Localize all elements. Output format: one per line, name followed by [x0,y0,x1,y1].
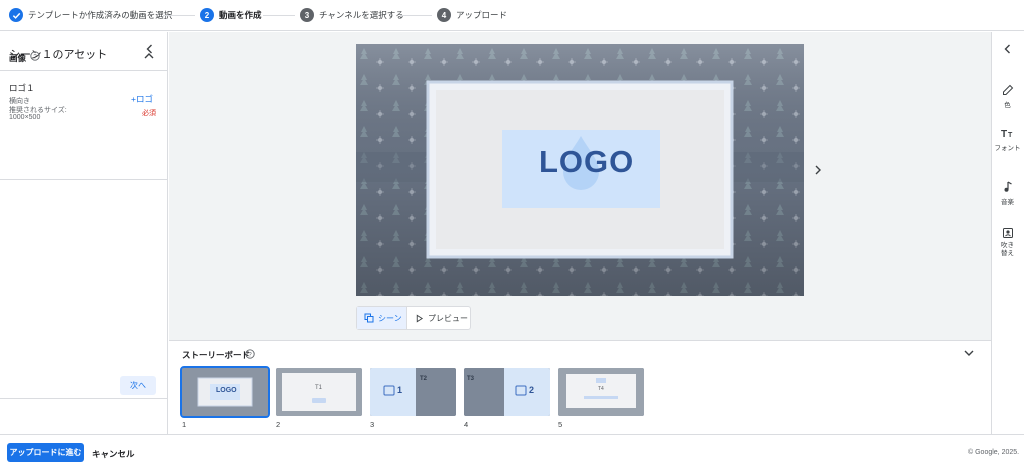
step-label: チャンネルを選択する [319,10,404,20]
thumb-number: 1 [182,420,187,429]
stepper: テンプレートか作成済みの動画を選択 2 動画を作成 3 チャンネルを選択する 4… [0,0,1024,31]
step-connector [263,15,295,16]
collapse-rail-chevron-left-icon[interactable] [1001,42,1015,58]
logo-placeholder-text: LOGO [539,144,635,179]
font-icon: TT [1001,129,1013,139]
scenes-icon [364,313,374,323]
storyboard-thumb[interactable]: 1 T2 [370,368,456,416]
step-number: 2 [200,8,214,22]
scene-view-button[interactable]: シーン [357,307,407,329]
thumb-number: 2 [276,420,281,429]
voiceover-icon [1002,228,1013,238]
color-tool[interactable]: 色 [991,84,1024,109]
storyboard-title: ストーリーボード [182,350,251,360]
image-section-title: 画像 [9,53,27,63]
footer [0,434,1024,466]
asset-name: ロゴ１ [9,83,35,93]
help-icon[interactable]: ? [245,349,255,359]
preview-view-label: プレビュー [428,313,468,323]
music-tool-label: 音楽 [1001,199,1014,206]
divider [0,70,168,71]
step-label: アップロード [456,10,508,20]
voiceover-tool-label: 吹き替え [1001,242,1014,257]
chevron-up-icon[interactable] [142,49,156,63]
step-connector [163,15,195,16]
copyright-text: © Google, 2025. [968,449,1020,456]
storyboard-thumb[interactable]: LOGO [180,366,270,418]
play-icon [416,314,424,322]
thumb-number: 5 [558,420,563,429]
step-number: 3 [300,8,314,22]
music-tool[interactable]: 音楽 [991,181,1024,206]
thumb-text: T1 [315,385,323,391]
thumb-text: LOGO [216,387,237,394]
divider [0,179,168,180]
step-connector [400,15,432,16]
asset-recommended-size: 1000×500 [9,114,41,121]
thumb-number: 3 [370,420,375,429]
proceed-to-upload-button[interactable]: アップロードに進む [7,443,84,462]
font-tool[interactable]: TT フォント [991,127,1024,152]
thumb-number: 4 [464,420,469,429]
step-select-template[interactable]: テンプレートか作成済みの動画を選択 [9,7,172,23]
thumb-tag: T3 [467,376,475,382]
scene-preview[interactable]: LOGO [356,44,804,296]
thumb-text: 2 [529,385,535,395]
step-create-video[interactable]: 2 動画を作成 [200,7,262,23]
next-button[interactable]: 次へ [120,376,156,395]
preview-view-button[interactable]: プレビュー [407,307,470,329]
step-upload[interactable]: 4 アップロード [437,7,507,23]
thumb-text: T4 [598,386,604,392]
step-select-channel[interactable]: 3 チャンネルを選択する [300,7,404,23]
thumb-tag: T2 [420,376,428,382]
color-tool-label: 色 [1004,102,1011,109]
next-scene-chevron-right-icon[interactable] [811,163,825,177]
help-icon[interactable]: ? [30,51,40,61]
step-label: テンプレートか作成済みの動画を選択 [28,10,173,20]
thumb-text: 1 [397,385,403,395]
chevron-down-icon[interactable] [962,346,976,360]
step-label: 動画を作成 [219,10,262,20]
scene-view-label: シーン [378,313,402,323]
cancel-button[interactable]: キャンセル [92,448,135,460]
required-badge: 必須 [142,110,156,117]
divider [0,398,168,399]
storyboard-thumb[interactable]: T1 [276,368,362,416]
font-tool-label: フォント [994,145,1021,152]
check-icon [9,8,23,22]
storyboard-thumb[interactable]: 2 T3 [464,368,550,416]
svg-text:T: T [1001,129,1007,139]
storyboard-thumb[interactable]: T4 [558,368,644,416]
music-note-icon [1004,181,1012,192]
view-toggle: シーン プレビュー [356,306,471,330]
svg-text:T: T [1008,132,1013,139]
voiceover-tool[interactable]: 吹き替え [991,227,1024,258]
eyedropper-icon [1002,84,1013,95]
add-logo-button[interactable]: +ロゴ [131,93,153,105]
step-number: 4 [437,8,451,22]
